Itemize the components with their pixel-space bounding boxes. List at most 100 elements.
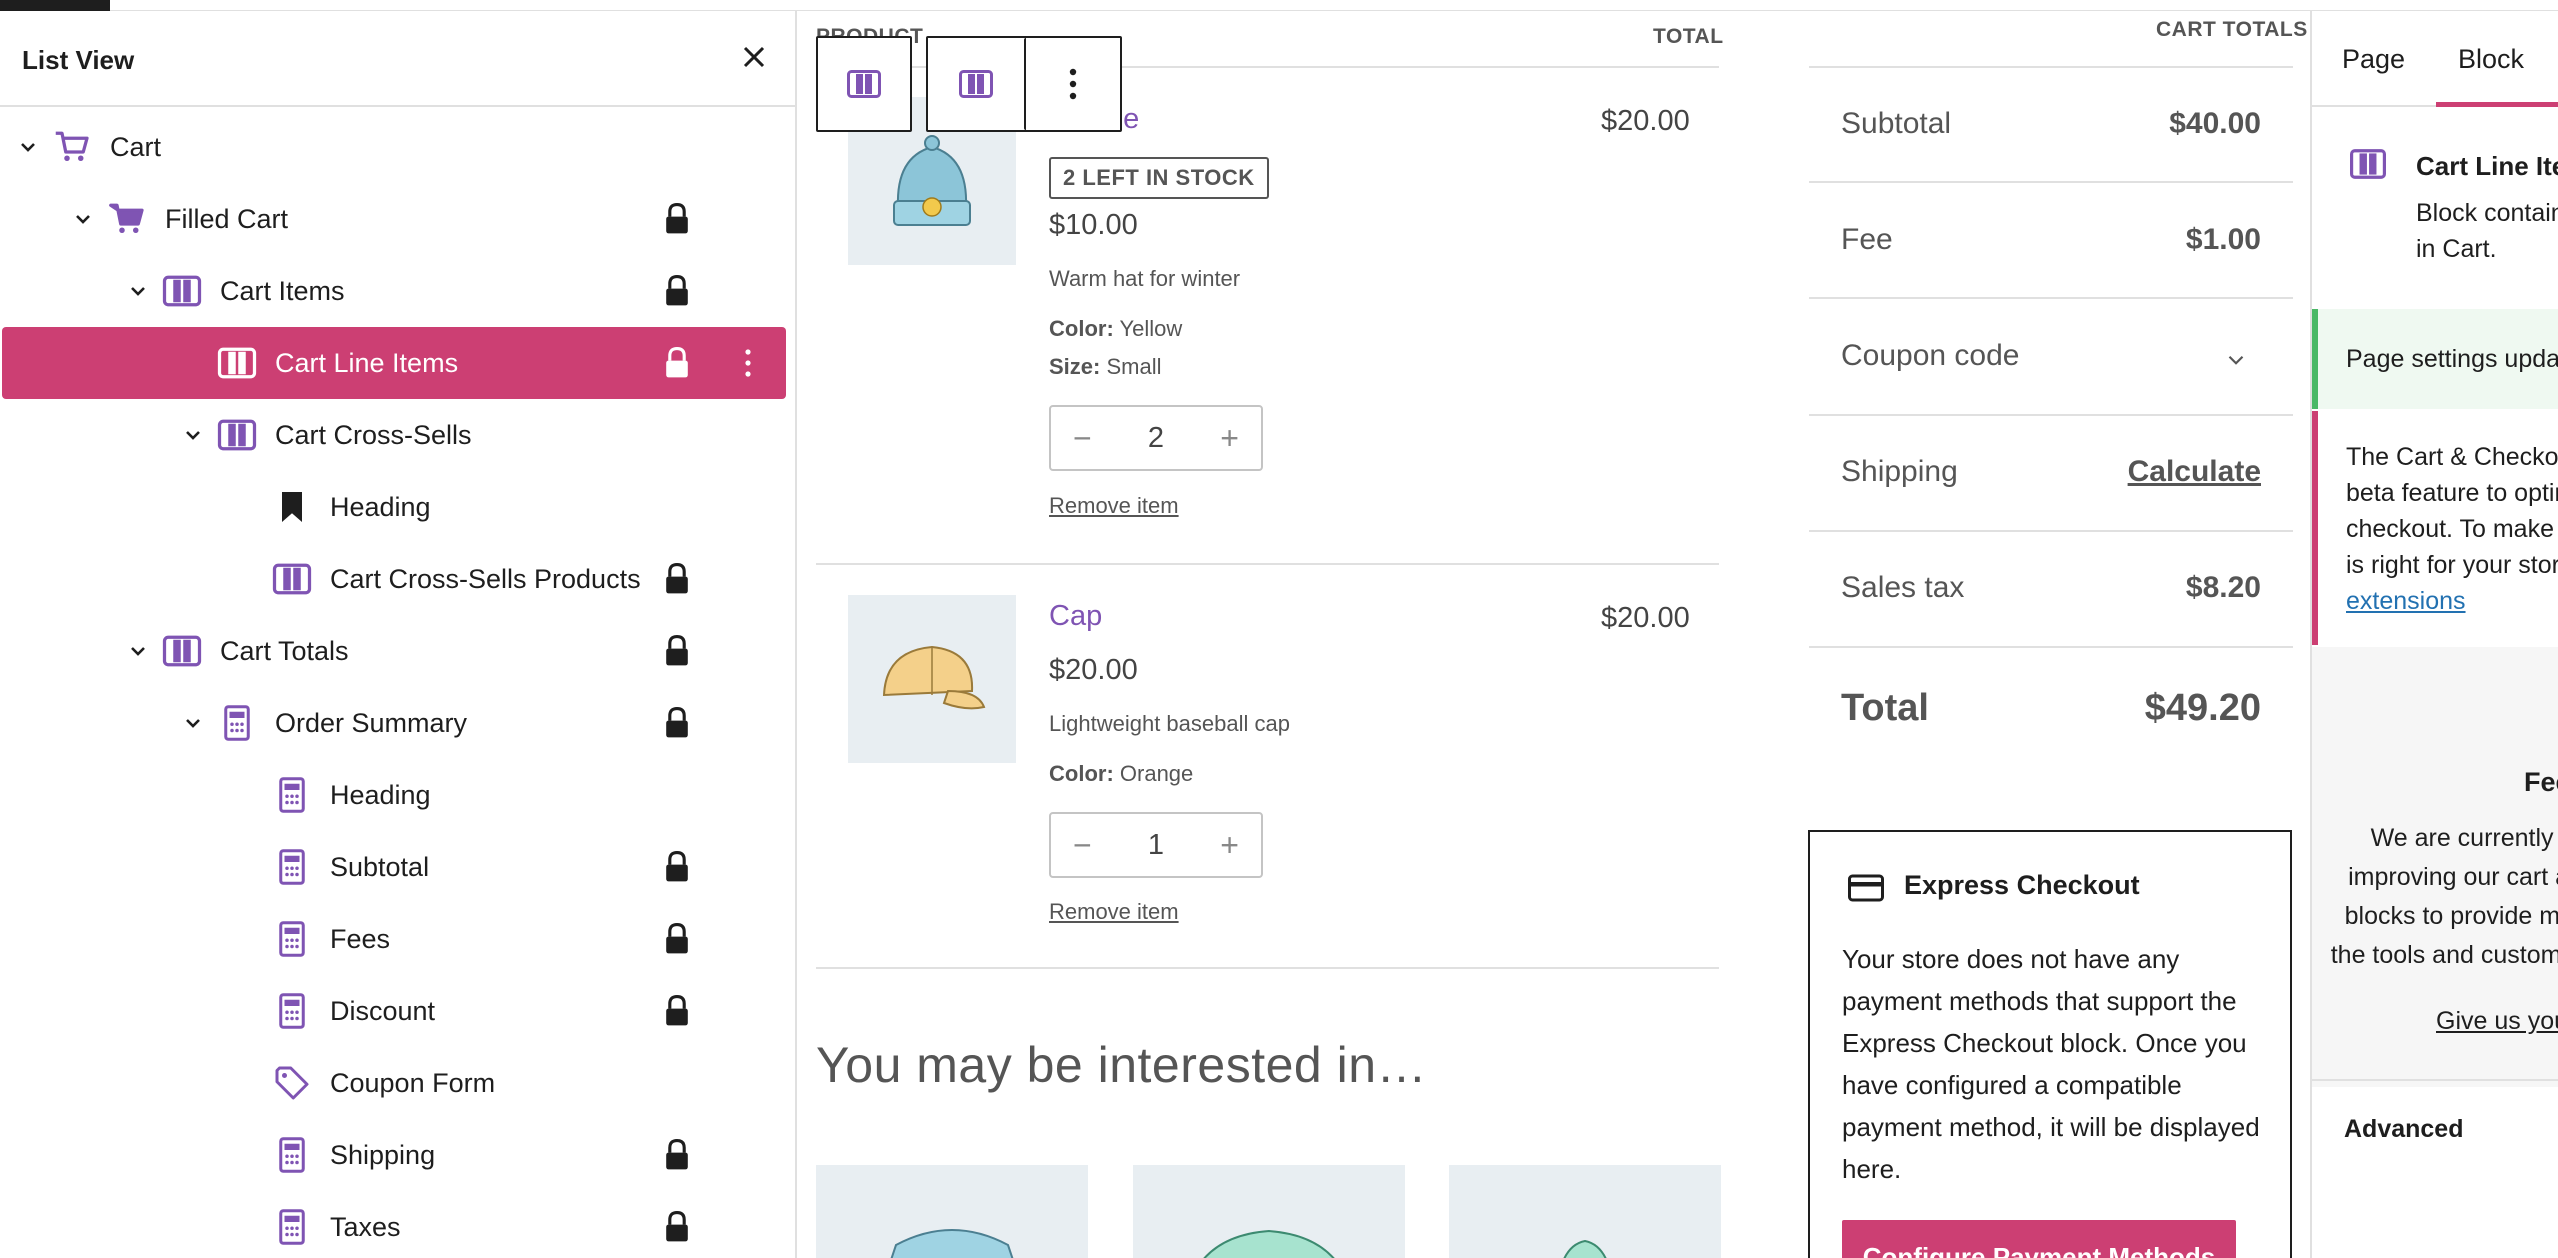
feedback-panel: Feedback? We are currently working on im… bbox=[2312, 647, 2558, 1087]
quantity-stepper[interactable]: − 1 + bbox=[1049, 812, 1263, 878]
lock-icon[interactable] bbox=[662, 345, 692, 381]
quantity-value[interactable]: 2 bbox=[1148, 422, 1164, 455]
list-view-item[interactable]: Coupon Form bbox=[2, 1047, 786, 1119]
lock-icon[interactable] bbox=[662, 705, 692, 741]
cart-icon bbox=[55, 131, 89, 161]
subtotal-value: $40.00 bbox=[2169, 107, 2261, 140]
list-view-item-label: Coupon Form bbox=[330, 1068, 496, 1098]
minus-icon[interactable]: − bbox=[1073, 827, 1092, 864]
chevron-down-icon[interactable] bbox=[126, 279, 150, 303]
tab-block[interactable]: Block bbox=[2458, 44, 2524, 75]
list-view-item[interactable]: Cart bbox=[2, 111, 786, 183]
list-view-header: List View bbox=[0, 11, 795, 107]
chevron-down-icon[interactable] bbox=[181, 711, 205, 735]
total-column-header: TOTAL bbox=[1653, 25, 1724, 48]
editor-canvas: PRODUCT TOTAL CART TOTALS Beanie $20.00 … bbox=[799, 11, 2310, 1258]
feedback-text: We are currently working on improving ou… bbox=[2330, 824, 2558, 969]
fee-label: Fee bbox=[1841, 223, 1893, 256]
fee-value: $1.00 bbox=[2185, 223, 2261, 256]
line-total: $20.00 bbox=[1601, 105, 1690, 137]
block-options-button[interactable] bbox=[1024, 38, 1120, 130]
totals-divider bbox=[1809, 181, 2293, 183]
list-view-item[interactable]: Filled Cart bbox=[2, 183, 786, 255]
lock-icon[interactable] bbox=[662, 633, 692, 669]
list-view-item[interactable]: Taxes bbox=[2, 1191, 786, 1258]
columns-icon bbox=[162, 275, 202, 307]
tab-page[interactable]: Page bbox=[2342, 44, 2405, 75]
list-view-item[interactable]: Cart Cross-Sells bbox=[2, 399, 786, 471]
columns-icon bbox=[2350, 149, 2386, 179]
list-view-item-label: Cart Cross-Sells Products bbox=[330, 564, 641, 594]
cross-sell-product-image[interactable] bbox=[1449, 1165, 1721, 1258]
lock-icon[interactable] bbox=[662, 1209, 692, 1245]
quantity-value[interactable]: 1 bbox=[1148, 829, 1164, 862]
columns-icon bbox=[217, 419, 257, 451]
cart-filled-icon bbox=[109, 203, 144, 233]
lock-icon[interactable] bbox=[662, 561, 692, 597]
coupon-code-toggle[interactable]: Coupon code bbox=[1841, 339, 2019, 373]
list-view-item[interactable]: Heading bbox=[2, 471, 786, 543]
give-feedback-link[interactable]: Give us your feedback bbox=[2436, 1007, 2558, 1036]
list-view-item[interactable]: Heading bbox=[2, 759, 786, 831]
success-notice-text: Page settings updated. bbox=[2346, 345, 2558, 373]
quantity-stepper[interactable]: − 2 + bbox=[1049, 405, 1263, 471]
tag-icon bbox=[275, 1066, 309, 1100]
remove-item-link[interactable]: Remove item bbox=[1049, 493, 1179, 519]
chevron-down-icon[interactable] bbox=[181, 423, 205, 447]
bookmark-icon bbox=[282, 492, 302, 522]
close-icon[interactable] bbox=[736, 39, 772, 75]
sweater-illustration bbox=[1203, 1229, 1335, 1258]
columns-icon bbox=[217, 347, 257, 379]
list-view-item[interactable]: Subtotal bbox=[2, 831, 786, 903]
list-view-item[interactable]: Fees bbox=[2, 903, 786, 975]
plus-icon[interactable]: + bbox=[1220, 827, 1239, 864]
totals-header-divider bbox=[1809, 66, 2293, 68]
list-view-item[interactable]: Cart Totals bbox=[2, 615, 786, 687]
configure-payment-methods-button[interactable]: Configure Payment Methods bbox=[1842, 1220, 2236, 1258]
more-vertical-icon[interactable] bbox=[738, 347, 758, 379]
list-view-item[interactable]: Shipping bbox=[2, 1119, 786, 1191]
credit-card-icon bbox=[1848, 874, 1884, 902]
calculator-icon bbox=[279, 777, 305, 813]
calculate-shipping-link[interactable]: Calculate bbox=[2039, 455, 2261, 489]
chevron-down-icon[interactable] bbox=[71, 207, 95, 231]
cross-sell-product-image[interactable] bbox=[1133, 1165, 1405, 1258]
cross-sell-product-image[interactable] bbox=[816, 1165, 1088, 1258]
shipping-label: Shipping bbox=[1841, 455, 1958, 488]
active-tab-indicator bbox=[2436, 102, 2558, 107]
block-toolbar-group bbox=[926, 36, 1122, 132]
plus-icon[interactable]: + bbox=[1220, 420, 1239, 457]
lock-icon[interactable] bbox=[662, 201, 692, 237]
list-view-item[interactable]: Order Summary bbox=[2, 687, 786, 759]
lock-icon[interactable] bbox=[662, 921, 692, 957]
shirt-illustration bbox=[890, 1229, 1014, 1258]
chevron-down-icon[interactable] bbox=[126, 639, 150, 663]
product-image-cap[interactable] bbox=[848, 595, 1016, 763]
list-view-item[interactable]: Cart Items bbox=[2, 255, 786, 327]
advanced-panel-toggle[interactable]: Advanced bbox=[2344, 1115, 2463, 1144]
lock-icon[interactable] bbox=[662, 273, 692, 309]
chevron-down-icon[interactable] bbox=[16, 135, 40, 159]
product-name-link[interactable]: Cap bbox=[1049, 600, 1102, 633]
list-view-item[interactable]: Cart Line Items bbox=[2, 327, 786, 399]
minus-icon[interactable]: − bbox=[1073, 420, 1092, 457]
totals-divider bbox=[1809, 646, 2293, 648]
remove-item-link[interactable]: Remove item bbox=[1049, 899, 1179, 925]
calculator-icon bbox=[279, 921, 305, 957]
express-checkout-block[interactable]: Express Checkout Your store does not hav… bbox=[1808, 830, 2292, 1258]
total-label: Total bbox=[1841, 687, 1929, 729]
list-view-item-label: Order Summary bbox=[275, 708, 468, 738]
express-checkout-title: Express Checkout bbox=[1904, 870, 2140, 900]
block-toolbar bbox=[816, 36, 1122, 132]
lock-icon[interactable] bbox=[662, 993, 692, 1029]
list-view-item[interactable]: Discount bbox=[2, 975, 786, 1047]
lock-icon[interactable] bbox=[662, 849, 692, 885]
lock-icon[interactable] bbox=[662, 1137, 692, 1173]
beta-notice-text: The Cart & Checkout Blocks are a beta fe… bbox=[2346, 439, 2558, 619]
list-view-item[interactable]: Cart Cross-Sells Products bbox=[2, 543, 786, 615]
block-title: Cart Line Items bbox=[2416, 151, 2558, 181]
feedback-title: Feedback? bbox=[2524, 767, 2558, 797]
parent-block-button[interactable] bbox=[928, 38, 1024, 130]
block-type-button[interactable] bbox=[816, 36, 912, 132]
chevron-down-icon[interactable] bbox=[2223, 347, 2249, 373]
